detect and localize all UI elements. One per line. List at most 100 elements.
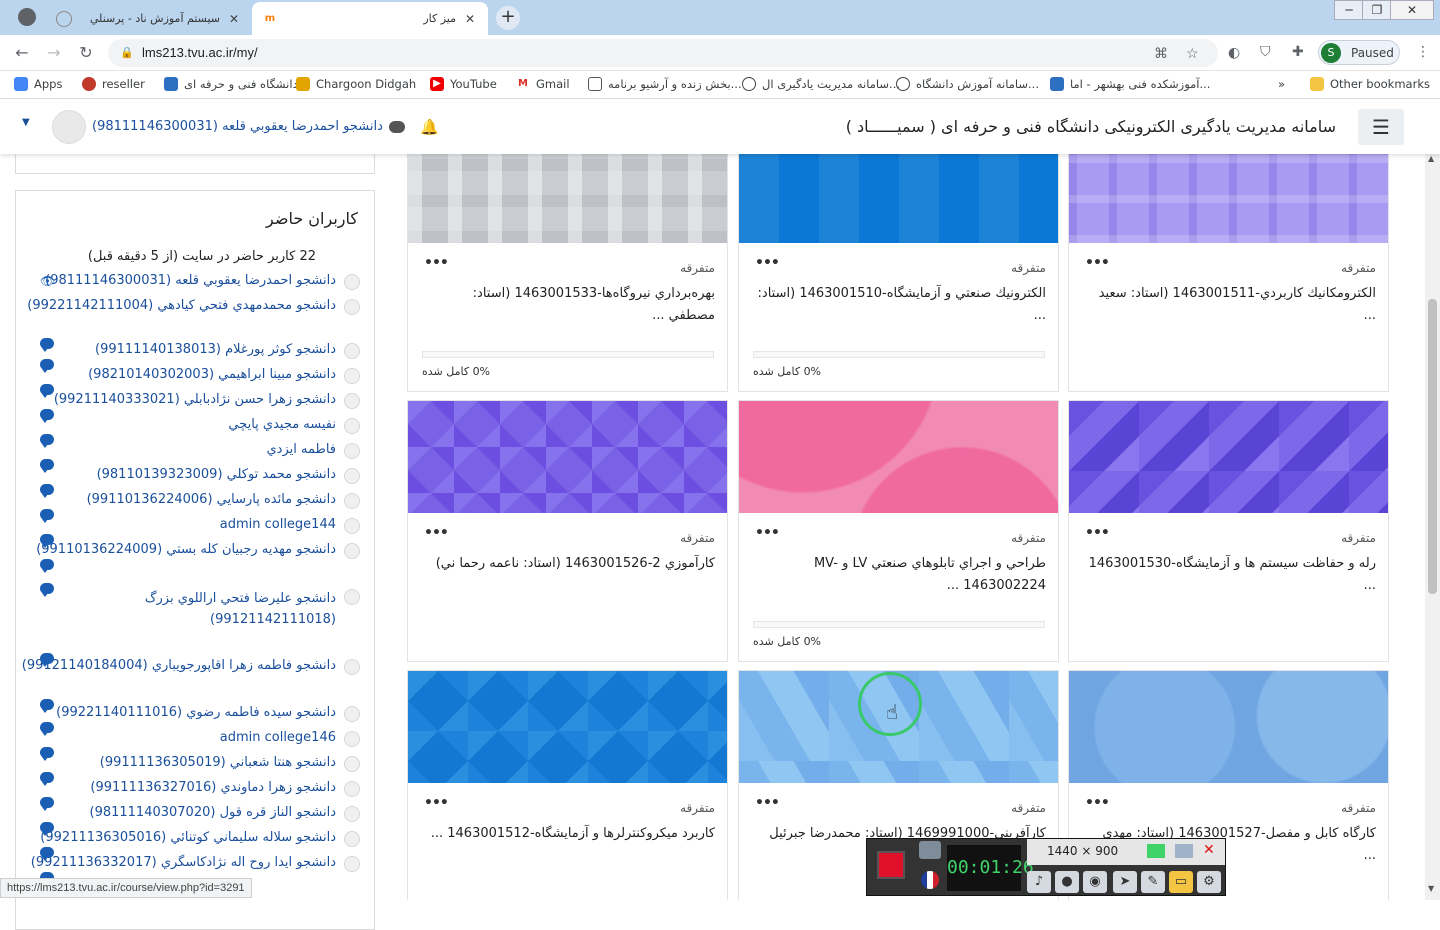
avatar[interactable] [344,299,360,315]
message-icon[interactable] [40,583,54,597]
course-name-link[interactable]: رله و حفاظت سيستم ها و آزمايشگاه-1463001… [1086,553,1376,597]
language-flag-icon[interactable] [921,871,939,889]
minimize-window-button[interactable]: ─ [1334,0,1364,20]
course-actions-menu-icon[interactable]: ••• [1085,795,1110,811]
message-icon[interactable] [40,847,54,861]
course-image[interactable] [1069,154,1388,243]
settings-gear-icon[interactable]: ⚙ [1197,871,1221,893]
avatar[interactable] [52,110,86,144]
course-card[interactable]: متفرقه ••• الكترونيك صنعتي و آزمايشگاه-146… [738,154,1059,392]
close-tab-icon[interactable]: ✕ [226,12,242,26]
bookmark-gmail[interactable]: M Gmail [516,77,570,91]
message-icon[interactable] [40,459,54,473]
online-user-name[interactable]: دانشجو مهديه رجبيان كله بستي (9911013622… [36,542,336,557]
avatar[interactable] [344,393,360,409]
course-card[interactable]: متفرقه ••• كارآموزي 2-1463001526 (استاد: ن… [407,400,728,662]
course-actions-menu-icon[interactable]: ••• [755,525,780,541]
recorder-screen-icon[interactable] [1147,844,1165,858]
online-user-name[interactable]: دانشجو سيده فاطمه رضوي (99221140111016) [56,705,336,720]
profile-paused-button[interactable]: S Paused [1318,40,1400,65]
back-arrow-icon[interactable]: ← [12,43,32,63]
message-icon[interactable] [40,747,54,761]
cursor-icon[interactable]: ➤ [1113,871,1137,893]
camera-icon[interactable] [919,841,941,859]
bookmark-star-icon[interactable]: ☆ [1186,45,1199,62]
online-user-name[interactable]: دانشجو كوثر پورغلام (99111140138013) [95,342,336,357]
course-image[interactable] [739,401,1058,513]
avatar[interactable] [344,589,360,605]
message-icon[interactable] [40,699,54,713]
webcam-icon[interactable]: ◉ [1083,871,1107,893]
scroll-down-arrow-icon[interactable]: ▼ [1428,884,1434,893]
online-user-name[interactable]: دانشجو زهرا حسن نژادبابلي (9921114033302… [54,392,336,407]
reload-icon[interactable]: ↻ [76,43,96,63]
course-actions-menu-icon[interactable]: ••• [755,255,780,271]
course-name-link[interactable]: كارآموزي 2-1463001526 (استاد: ناعمه رحما… [425,553,715,575]
message-icon[interactable] [40,409,54,423]
bookmark-apps[interactable]: Apps [14,77,62,91]
course-image[interactable] [1069,401,1388,513]
more-menu-icon[interactable]: ⋮ [1416,44,1430,60]
course-actions-menu-icon[interactable]: ••• [424,255,449,271]
forward-arrow-icon[interactable]: → [44,43,64,63]
close-tab-icon[interactable]: ✕ [462,12,478,26]
avatar[interactable] [344,418,360,434]
folder-icon[interactable]: ▭ [1169,871,1193,893]
bookmark-archive[interactable]: بخش زنده و آرشیو برنامه... [588,77,742,91]
online-user-name[interactable]: دانشجو مبينا ابراهيمي (98210140302003) [88,367,336,382]
course-card[interactable]: متفرقه ••• رله و حفاظت سيستم ها و آزمايشگا… [1068,400,1389,662]
avatar[interactable] [344,731,360,747]
course-image[interactable] [408,154,727,243]
bookmark-other[interactable]: Other bookmarks [1310,77,1430,91]
course-image[interactable] [1069,671,1388,783]
online-user-name[interactable]: دانشجو ايدا روح اله نژادكاسگري (99211136… [31,855,336,870]
shield-icon[interactable]: ⛉ [1260,44,1271,60]
online-user-name[interactable]: دانشجو الناز قره قول (98111140307020) [89,805,336,820]
avatar[interactable] [344,518,360,534]
avatar[interactable] [344,806,360,822]
message-icon[interactable] [40,797,54,811]
message-icon[interactable] [40,772,54,786]
avatar[interactable] [344,274,360,290]
bookmark-education[interactable]: سامانه آموزش دانشگاه... [896,77,1039,91]
message-icon[interactable] [40,653,54,667]
message-icon[interactable] [40,484,54,498]
course-name-link[interactable]: طراحي و اجراي تابلوهاي صنعتي LV و MV-146… [756,553,1046,597]
course-card[interactable]: متفرقه ••• بهره‌برداري نيروگاه‌ها-14630015… [407,154,728,392]
course-image[interactable] [739,154,1058,243]
online-user-name[interactable]: admin college144 [220,517,336,532]
hamburger-menu-button[interactable]: ☰ [1358,109,1404,145]
bookmark-reseller[interactable]: reseller [82,77,145,91]
online-user-name[interactable]: دانشجو مائده پارسايي (99110136224006) [87,492,336,507]
stop-record-button[interactable] [877,851,905,879]
notifications-bell-icon[interactable]: 🔔 [420,118,439,136]
tab-nad[interactable]: سیستم آموزش ناد - پرسنلي ✕ [46,2,252,35]
new-tab-button[interactable]: + [496,6,520,30]
online-user-name[interactable]: نفيسه مجيدي پايچي [228,417,336,432]
avatar[interactable] [344,468,360,484]
course-card[interactable]: متفرقه ••• طراحي و اجراي تابلوهاي صنعتي LV… [738,400,1059,662]
tab-dashboard[interactable]: m میز کار ✕ [252,2,488,35]
avatar[interactable] [344,543,360,559]
online-user-name[interactable]: دانشجو سلاله سليماني كوتنائي (9921113630… [40,830,336,845]
recorder-close-icon[interactable]: ✕ [1203,842,1215,858]
pen-icon[interactable]: ✎ [1141,871,1165,893]
online-user-name[interactable]: دانشجو محمد توكلي (98110139323009) [97,467,336,482]
online-user-name[interactable]: دانشجو احمدرضا يعقوبي قلعه (981111463000… [45,273,336,288]
user-menu-name[interactable]: دانشجو احمدرضا يعقوبي قلعه (981111463000… [92,119,383,134]
avatar[interactable] [344,659,360,675]
message-icon[interactable] [40,359,54,373]
user-menu-caret-icon[interactable]: ▼ [22,117,30,128]
course-name-link[interactable]: بهره‌برداري نيروگاه‌ها-1463001533 (استاد… [425,283,715,327]
message-icon[interactable] [40,559,54,573]
message-icon[interactable] [40,384,54,398]
course-actions-menu-icon[interactable]: ••• [1085,255,1110,271]
bookmark-behshahr[interactable]: آموزشکده فنی بهشهر - اما... [1050,77,1210,91]
messages-icon[interactable] [389,121,405,133]
scrollbar-thumb[interactable] [1428,299,1437,594]
message-icon[interactable] [40,338,54,352]
course-image[interactable] [408,401,727,513]
puzzle-extensions-icon[interactable]: ✚ [1292,44,1304,60]
avatar[interactable] [344,781,360,797]
microphone-icon[interactable]: ● [1055,871,1079,893]
